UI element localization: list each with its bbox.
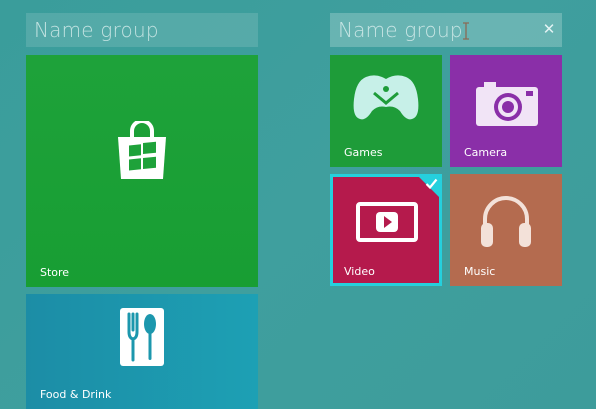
tile-video-label: Video [344,265,375,278]
tile-video[interactable]: Video [330,174,442,286]
checkmark-icon [425,178,438,190]
camera-icon [476,82,538,126]
tile-store-label: Store [40,266,70,279]
text-cursor-icon [463,22,469,40]
tile-music-label: Music [464,265,496,278]
tile-camera-label: Camera [464,146,508,159]
tile-food-drink[interactable]: Food & Drink [26,294,258,409]
headphones-icon [481,196,531,247]
tile-camera[interactable]: Camera [450,55,562,167]
group-name-field-2[interactable]: Name group [330,13,562,47]
tile-store[interactable]: Store [26,55,258,287]
store-bag-icon [118,121,166,179]
tile-food-drink-label: Food & Drink [40,388,112,401]
tile-games-label: Games [344,146,383,159]
video-player-icon [356,202,418,242]
close-icon[interactable]: ✕ [540,19,558,39]
tile-games[interactable]: Games [330,55,442,167]
gamepad-icon [353,75,419,120]
group-name-field-1[interactable]: Name group [26,13,258,47]
fork-spoon-icon [120,308,164,366]
tile-music[interactable]: Music [450,174,562,286]
